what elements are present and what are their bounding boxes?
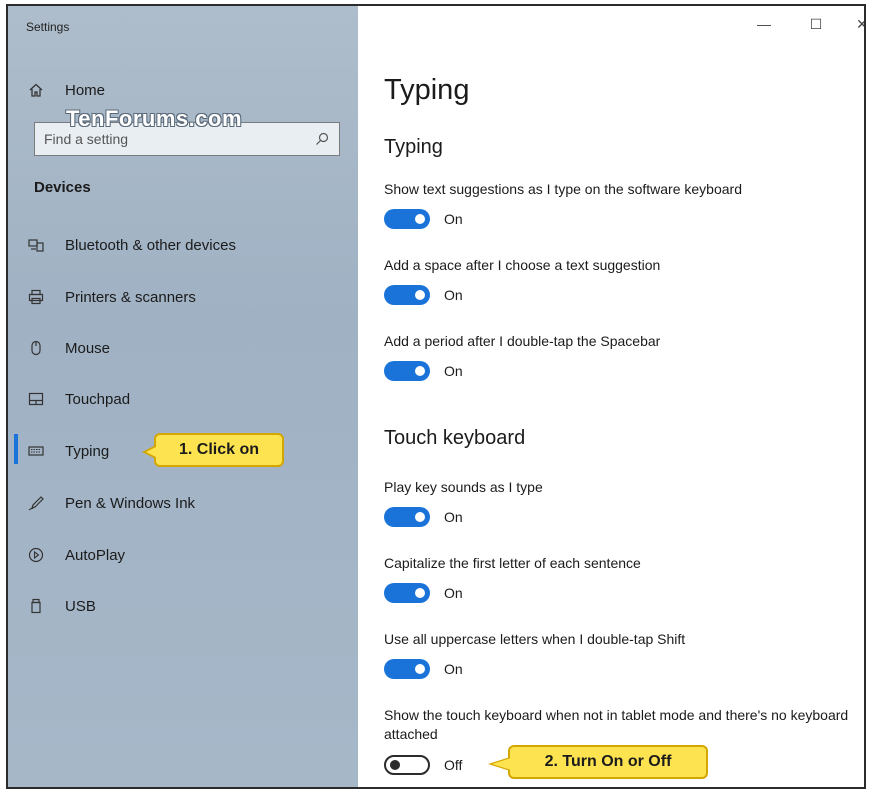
printer-icon [27, 288, 45, 306]
section-label: Devices [34, 179, 91, 196]
setting-label: Add a space after I choose a text sugges… [384, 257, 661, 273]
toggle-knob [415, 290, 425, 300]
toggle-state: On [444, 287, 463, 303]
search-placeholder: Find a setting [44, 131, 129, 147]
minimize-button[interactable]: — [754, 16, 774, 32]
sidebar-item-label: AutoPlay [65, 546, 126, 564]
toggle-knob [390, 760, 400, 770]
toggle-state: On [444, 211, 463, 227]
setting-label: Play key sounds as I type [384, 479, 543, 495]
toggle-knob [415, 512, 425, 522]
sidebar-item-label: Touchpad [65, 390, 131, 408]
home-icon [27, 81, 45, 99]
autoplay-icon [27, 546, 45, 564]
watermark: TenForums.com [66, 106, 243, 131]
toggle-space-after-suggestion[interactable] [384, 285, 430, 305]
toggle-knob [415, 214, 425, 224]
sidebar-item-autoplay[interactable]: AutoPlay [8, 535, 358, 575]
sidebar-item-label: Pen & Windows Ink [65, 494, 196, 512]
section-header-typing: Typing [384, 136, 443, 158]
sidebar-item-pen[interactable]: Pen & Windows Ink [8, 483, 358, 523]
keyboard-icon [27, 442, 45, 460]
main-content: — ☐ ✕ Typing Typing Show text suggestion… [358, 6, 864, 787]
sidebar-item-mouse[interactable]: Mouse [8, 328, 358, 368]
settings-window: Settings Home Find a setting TenForums.c… [6, 4, 866, 789]
maximize-button[interactable]: ☐ [806, 16, 826, 33]
toggle-capitalize-first-letter[interactable] [384, 583, 430, 603]
sidebar-item-label: Printers & scanners [65, 288, 196, 306]
page-title: Typing [384, 74, 470, 106]
toggle-knob [415, 588, 425, 598]
section-header-touch-keyboard: Touch keyboard [384, 427, 526, 449]
sidebar-item-label: Home [65, 81, 106, 99]
sidebar: Settings Home Find a setting TenForums.c… [8, 6, 358, 787]
sidebar-item-home[interactable]: Home [8, 70, 358, 110]
toggle-state: On [444, 661, 463, 677]
toggle-state: On [444, 585, 463, 601]
toggle-show-touch-keyboard[interactable] [384, 755, 430, 775]
toggle-state: On [444, 363, 463, 379]
search-icon[interactable] [314, 131, 330, 147]
sidebar-item-label: Typing [65, 442, 110, 460]
toggle-key-sounds[interactable] [384, 507, 430, 527]
setting-label: Add a period after I double-tap the Spac… [384, 333, 661, 349]
toggle-text-suggestions[interactable] [384, 209, 430, 229]
close-button[interactable]: ✕ [852, 16, 864, 33]
pen-icon [27, 494, 45, 512]
sidebar-item-label: Bluetooth & other devices [65, 236, 236, 254]
toggle-state: On [444, 509, 463, 525]
setting-label: Show text suggestions as I type on the s… [384, 181, 742, 197]
sidebar-item-label: Mouse [65, 339, 111, 357]
sidebar-item-label: USB [65, 597, 96, 615]
toggle-state: Off [444, 757, 463, 773]
bluetooth-devices-icon [27, 236, 45, 254]
toggle-uppercase-double-tap-shift[interactable] [384, 659, 430, 679]
sidebar-item-bluetooth[interactable]: Bluetooth & other devices [8, 225, 358, 265]
callout-turn-on-off: 2. Turn On or Off [488, 745, 708, 779]
usb-icon [27, 597, 45, 615]
setting-label: Use all uppercase letters when I double-… [384, 631, 686, 647]
touchpad-icon [27, 390, 45, 408]
callout-click-on: 1. Click on [142, 433, 284, 467]
toggle-knob [415, 664, 425, 674]
app-title: Settings [26, 20, 70, 34]
toggle-knob [415, 366, 425, 376]
mouse-icon [27, 339, 45, 357]
setting-label: Show the touch keyboard when not in tabl… [384, 707, 849, 742]
sidebar-item-touchpad[interactable]: Touchpad [8, 379, 358, 419]
toggle-period-double-tap[interactable] [384, 361, 430, 381]
sidebar-item-printers[interactable]: Printers & scanners [8, 277, 358, 317]
setting-label: Capitalize the first letter of each sent… [384, 555, 641, 571]
sidebar-item-usb[interactable]: USB [8, 586, 358, 626]
